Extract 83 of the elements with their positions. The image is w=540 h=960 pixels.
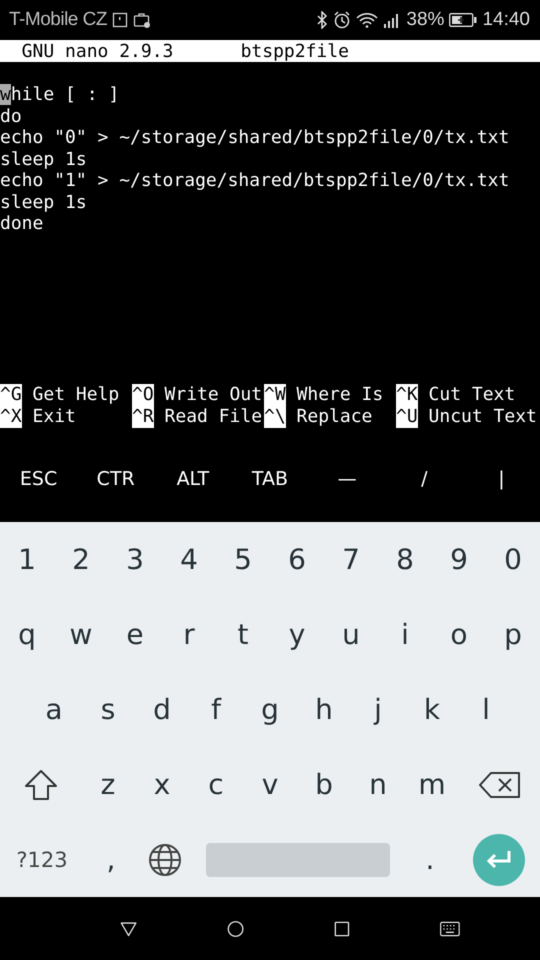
keyboard-key[interactable]: a (27, 672, 81, 747)
file-name: btspp2file (240, 40, 349, 62)
shortcut-key: ^K (396, 384, 418, 406)
shortcut-key: ^W (264, 384, 286, 406)
code-line: echo "0" > ~/storage/shared/btspp2file/0/tx.txt (0, 127, 510, 148)
shortcut-label: Cut Text (428, 384, 516, 406)
battery-charging-icon (449, 13, 478, 27)
shortcut-label: Replace (296, 406, 372, 428)
keyboard-key[interactable]: j (351, 672, 405, 747)
shortcut-label: Where Is (296, 384, 384, 406)
keyboard-key[interactable]: m (405, 747, 459, 822)
shortcut-key: ^U (396, 406, 418, 428)
keyboard-key[interactable]: 8 (378, 522, 432, 597)
sim-card-icon (112, 12, 128, 28)
extra-key[interactable]: ALT (154, 464, 232, 494)
keyboard-key[interactable]: p (486, 597, 540, 672)
keyboard-key[interactable]: 6 (270, 522, 324, 597)
code-line: done (0, 213, 44, 234)
extra-key[interactable]: ESC (0, 464, 78, 494)
shortcut-key: ^G (0, 384, 22, 406)
code-line: while [ : ] (0, 84, 120, 106)
shortcut-label: Read File (164, 406, 262, 428)
keyboard-key[interactable]: 3 (108, 522, 162, 597)
keyboard-key[interactable]: . (403, 822, 457, 897)
keyboard-key[interactable]: f (189, 672, 243, 747)
extra-key[interactable]: — (308, 464, 386, 494)
extra-key[interactable]: / (386, 464, 463, 494)
briefcase-icon (132, 12, 151, 28)
code-line: sleep 1s (0, 192, 87, 213)
keyboard-key[interactable]: 4 (162, 522, 216, 597)
keyboard-key[interactable]: h (297, 672, 351, 747)
keyboard-key[interactable]: z (81, 747, 135, 822)
code-line: do (0, 106, 22, 127)
symbols-key[interactable]: ?123 (0, 822, 84, 897)
keyboard-key[interactable]: r (162, 597, 216, 672)
keyboard-key[interactable]: x (135, 747, 189, 822)
keyboard-key[interactable]: n (351, 747, 405, 822)
extra-key[interactable]: | (462, 464, 540, 494)
globe-icon[interactable] (148, 842, 182, 876)
keyboard-key[interactable]: s (81, 672, 135, 747)
keyboard-key[interactable]: l (459, 672, 513, 747)
carrier-name: T-Mobile CZ (9, 9, 107, 31)
extra-key[interactable]: CTR (77, 464, 154, 494)
editor-version: GNU nano 2.9.3 (22, 40, 174, 62)
keyboard-key[interactable]: e (108, 597, 162, 672)
shortcut-label: Uncut Text (428, 406, 537, 428)
shortcut-key: ^R (132, 406, 154, 428)
battery-percentage: 38% (406, 9, 444, 31)
keyboard-key[interactable]: , (84, 822, 138, 897)
keyboard-key[interactable]: y (270, 597, 324, 672)
shortcut-label: Exit (32, 406, 76, 428)
wifi-icon (356, 12, 378, 28)
keyboard-key[interactable]: u (324, 597, 378, 672)
bluetooth-icon (316, 11, 328, 29)
shortcut-key: ^X (0, 406, 22, 428)
keyboard-key[interactable]: t (216, 597, 270, 672)
keyboard-key[interactable]: b (297, 747, 351, 822)
code-line: sleep 1s (0, 148, 87, 170)
shortcut-key: ^O (132, 384, 154, 406)
keyboard-key[interactable]: v (243, 747, 297, 822)
keyboard-key[interactable]: d (135, 672, 189, 747)
shortcut-key: ^\ (264, 406, 286, 428)
keyboard-key[interactable]: 0 (486, 522, 540, 597)
clock: 14:40 (482, 9, 530, 31)
backspace-icon[interactable] (478, 770, 520, 798)
keyboard-key[interactable]: i (378, 597, 432, 672)
keyboard-key[interactable]: 1 (0, 522, 54, 597)
keyboard-key[interactable]: 9 (432, 522, 486, 597)
keyboard-key[interactable]: k (405, 672, 459, 747)
keyboard-key[interactable]: w (54, 597, 108, 672)
extra-key[interactable]: TAB (231, 464, 309, 494)
alarm-icon (333, 11, 352, 29)
keyboard-key[interactable]: 5 (216, 522, 270, 597)
keyboard-key[interactable]: 2 (54, 522, 108, 597)
keyboard-key[interactable]: o (432, 597, 486, 672)
shortcut-label: Get Help (32, 384, 120, 406)
keyboard-key[interactable]: q (0, 597, 54, 672)
keyboard-key[interactable]: 7 (324, 522, 378, 597)
keyboard-key[interactable]: g (243, 672, 297, 747)
keyboard-key[interactable]: c (189, 747, 243, 822)
code-line: echo "1" > ~/storage/shared/btspp2file/0/tx.txt (0, 170, 510, 192)
shortcut-label: Write Out (164, 384, 262, 406)
shift-icon[interactable] (24, 768, 58, 800)
